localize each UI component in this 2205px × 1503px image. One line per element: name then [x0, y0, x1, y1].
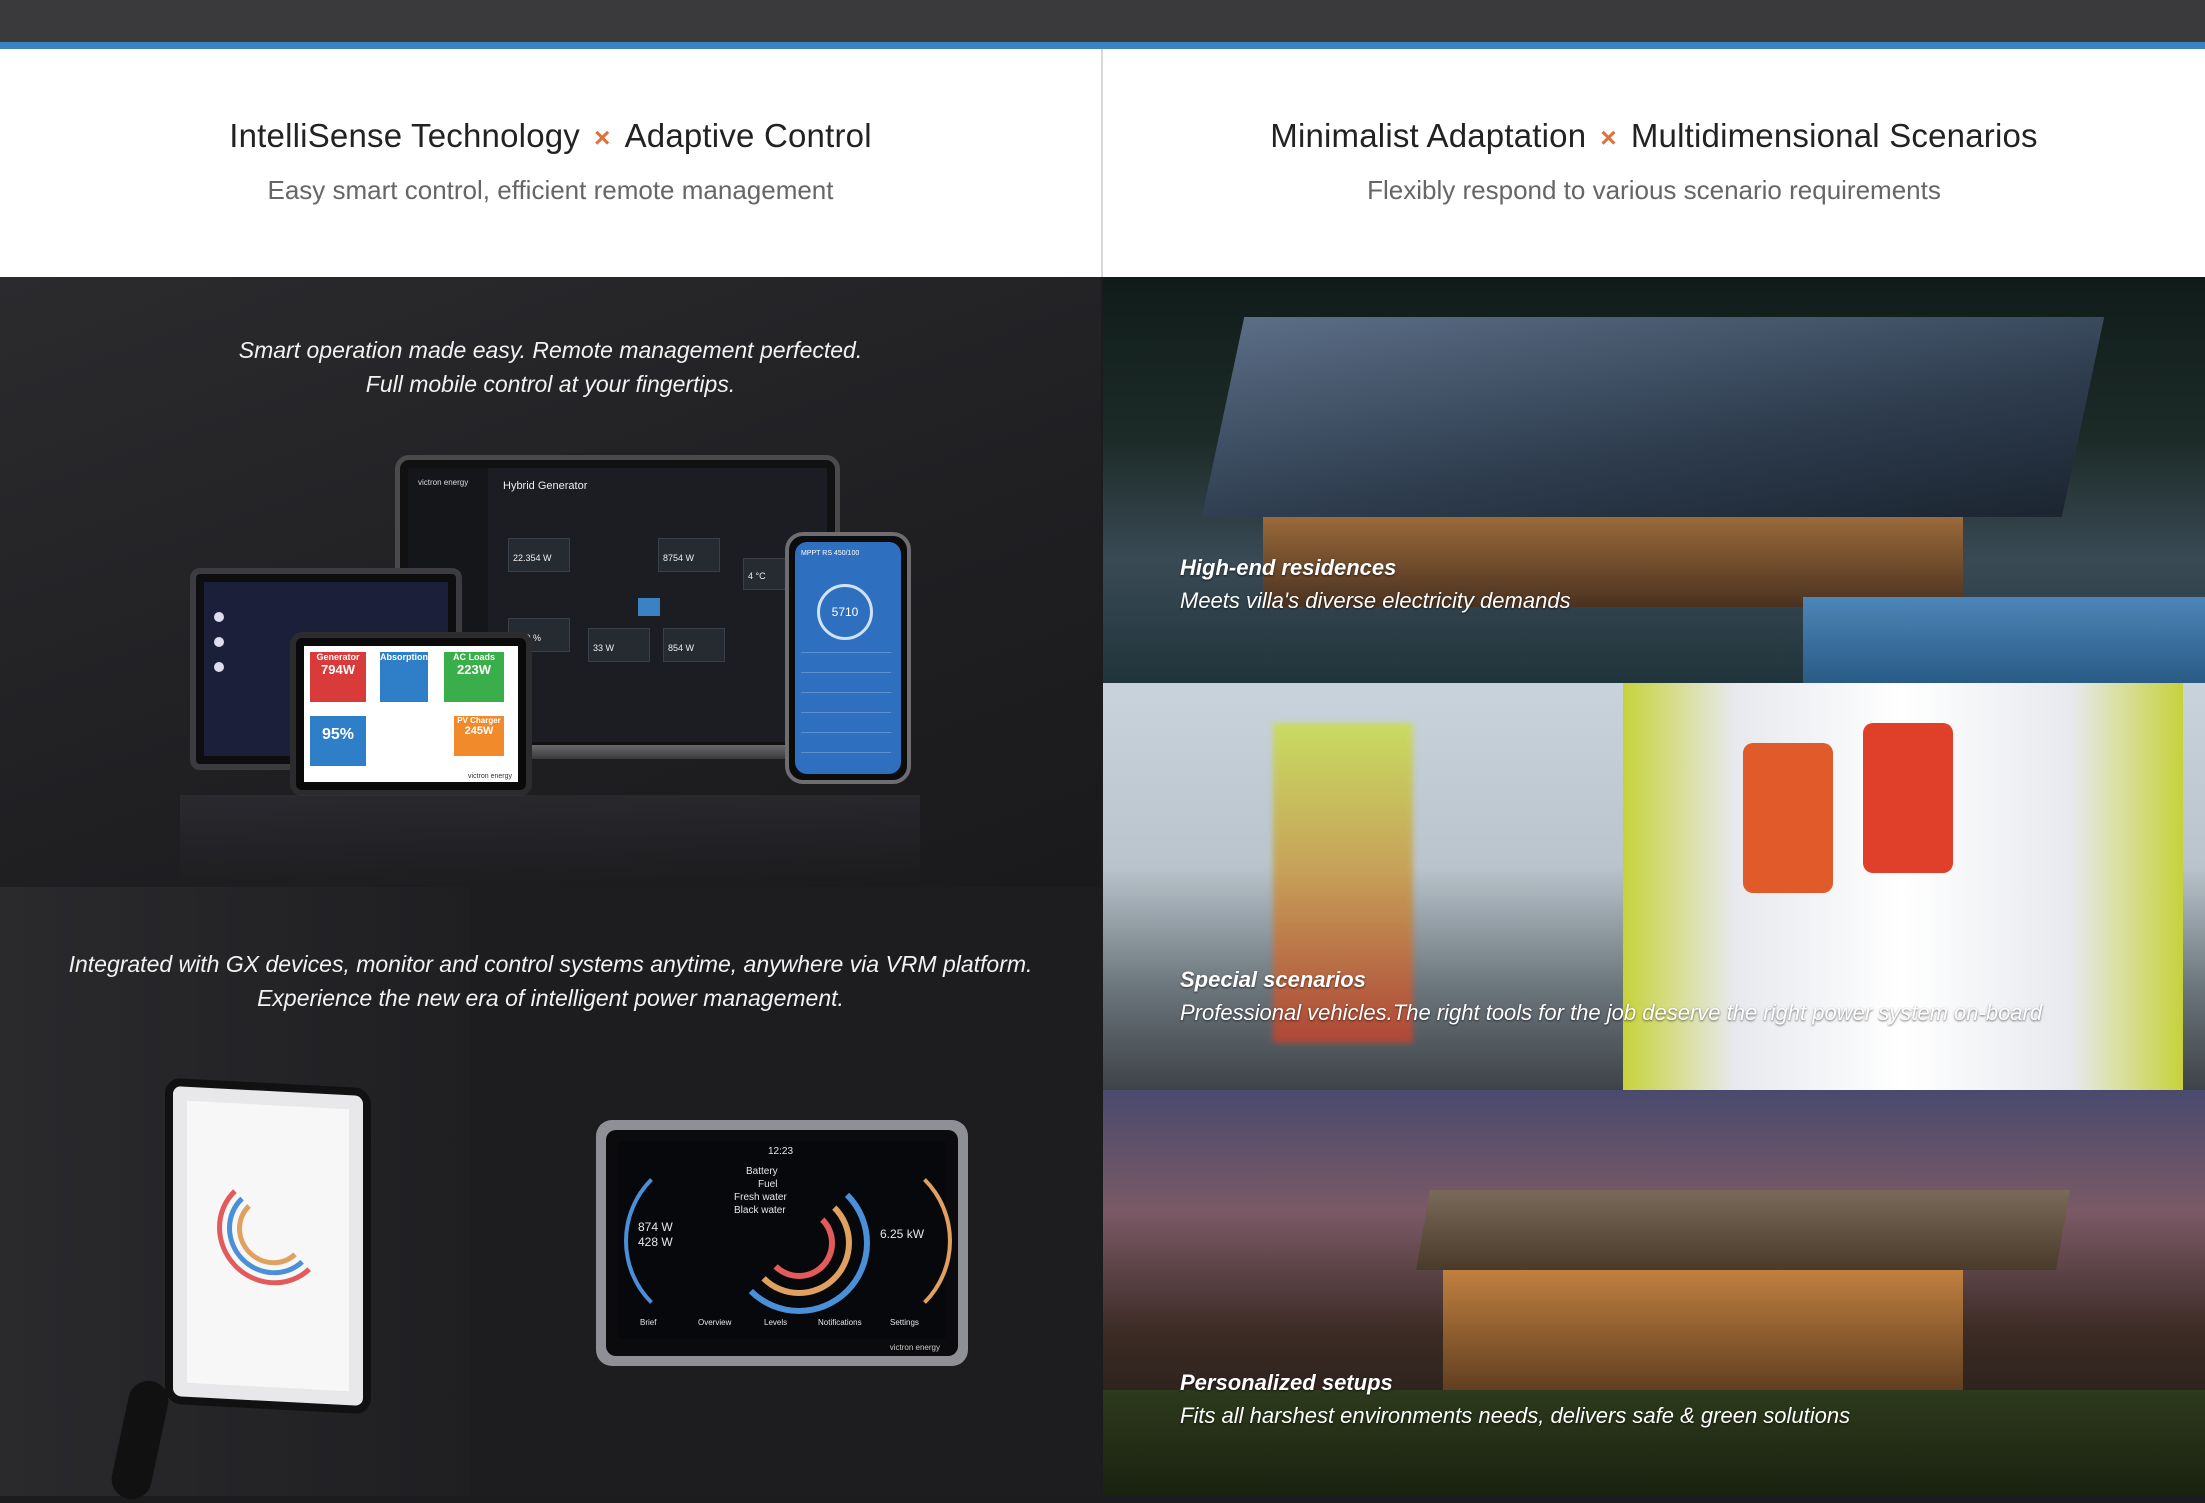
nav-tab[interactable]: Overview — [698, 1318, 731, 1327]
title-part-b: Adaptive Control — [624, 117, 872, 154]
list-divider — [801, 652, 891, 653]
generator-tile: Generator 794W — [310, 652, 366, 702]
phone-device: MPPT RS 450/100 5710 — [785, 532, 911, 784]
caption-line: Full mobile control at your fingertips. — [365, 371, 736, 397]
status-dot-icon — [214, 612, 224, 622]
power-value: 428 W — [638, 1235, 673, 1249]
status-dot-icon — [214, 662, 224, 672]
stat-value: 33 W — [593, 643, 615, 653]
title-separator: × — [594, 122, 611, 153]
top-bar — [0, 0, 2205, 42]
column-divider — [1101, 49, 1103, 277]
power-value: 6.25 kW — [880, 1227, 925, 1241]
stat-value: 8754 W — [663, 553, 695, 563]
pv-charger-tile: PV Charger 245W — [454, 716, 504, 756]
roof-solar-panels — [1201, 317, 2105, 517]
scenario-title: High-end residences — [1180, 555, 1397, 580]
absorption-tile: Absorption — [380, 652, 428, 702]
brand-logo: victron energy — [468, 773, 512, 780]
clock: 12:23 — [768, 1146, 794, 1157]
gx-touch-wall-display — [165, 1077, 371, 1415]
scenario-photo-ambulance: Special scenarios Professional vehicles.… — [1103, 683, 2205, 1090]
caption-line: Smart operation made easy. Remote manage… — [238, 337, 863, 363]
tablet-device: Generator 794W Absorption AC Loads 223W … — [290, 632, 532, 796]
title-part-b: Multidimensional Scenarios — [1630, 117, 2038, 154]
battery-tile: 95% — [310, 716, 366, 766]
pool — [1803, 597, 2205, 683]
scenario-title: Special scenarios — [1180, 967, 1366, 992]
caption-line: Integrated with GX devices, monitor and … — [68, 951, 1033, 977]
ambulance-seat — [1863, 723, 1953, 873]
tile-label: AC Loads — [452, 652, 495, 662]
status-dot-icon — [214, 637, 224, 647]
tile-label: Generator — [316, 652, 360, 662]
tablet-screen: Generator 794W Absorption AC Loads 223W … — [304, 646, 518, 782]
header-left-title: IntelliSense Technology × Adaptive Control — [0, 117, 1101, 155]
list-divider — [801, 692, 891, 693]
scenario-photo-residence: High-end residences Meets villa's divers… — [1103, 277, 2205, 683]
tile-value: 95% — [321, 726, 355, 743]
scenario-description: Meets villa's diverse electricity demand… — [1180, 588, 1571, 613]
device-reflection — [180, 795, 920, 885]
list-divider — [801, 752, 891, 753]
header-right-subtitle: Flexibly respond to various scenario req… — [1367, 175, 1941, 205]
scenario-caption: High-end residences Meets villa's divers… — [1180, 551, 1571, 617]
power-gauge: 5710 — [817, 584, 873, 640]
stat-card: 8754 W — [658, 538, 720, 572]
stat-card: 22.354 W — [508, 538, 570, 572]
tile-value: 245W — [464, 725, 494, 737]
scenario-caption: Personalized setups Fits all harshest en… — [1180, 1366, 1850, 1432]
thatched-roof — [1415, 1190, 2071, 1270]
header-left-subtitle: Easy smart control, efficient remote man… — [267, 175, 834, 205]
caption-mid: Integrated with GX devices, monitor and … — [0, 947, 1101, 1015]
gauge-arc-right — [774, 1152, 952, 1330]
scenario-title: Personalized setups — [1180, 1370, 1393, 1395]
scenario-photo-lodge: Personalized setups Fits all harshest en… — [1103, 1090, 2205, 1496]
header-left: IntelliSense Technology × Adaptive Control… — [0, 49, 1101, 277]
header-right-title: Minimalist Adaptation × Multidimensional S… — [1103, 117, 2205, 155]
title-separator: × — [1600, 122, 1617, 153]
ambulance-seat — [1743, 743, 1833, 893]
scenario-description: Fits all harshest environments needs, de… — [1180, 1403, 1851, 1428]
accent-stripe — [0, 42, 2205, 49]
tile-label: PV Charger — [457, 716, 501, 725]
nav-tab[interactable]: Notifications — [818, 1318, 862, 1327]
stat-value: 854 W — [668, 643, 695, 653]
title-part-a: IntelliSense Technology — [229, 117, 580, 154]
nav-tab[interactable]: Levels — [764, 1318, 787, 1327]
scenario-caption: Special scenarios Professional vehicles.… — [1180, 963, 2042, 1029]
header-right: Minimalist Adaptation × Multidimensional S… — [1103, 49, 2205, 277]
scenario-description: Professional vehicles.The right tools fo… — [1180, 1000, 2043, 1025]
list-divider — [801, 672, 891, 673]
caption-line: Experience the new era of intelligent po… — [257, 985, 844, 1011]
tile-value: 794W — [321, 662, 355, 677]
list-divider — [801, 732, 891, 733]
nav-tab[interactable]: Settings — [890, 1318, 919, 1327]
vrm-dashboard-title: Hybrid Generator — [503, 480, 588, 492]
stat-card: 33 W — [588, 628, 650, 662]
brand-logo: victron energy — [418, 478, 469, 487]
brand-logo: victron energy — [889, 1343, 940, 1352]
inverter-icon — [638, 598, 660, 616]
caption-top: Smart operation made easy. Remote manage… — [0, 333, 1101, 401]
gx-touch-70-display: 12:23 Battery Fuel Fresh water Black wat… — [596, 1120, 968, 1366]
gx-display-screen: 12:23 Battery Fuel Fresh water Black wat… — [618, 1142, 952, 1338]
nav-tab[interactable]: Brief — [640, 1318, 656, 1327]
power-value: 874 W — [638, 1220, 673, 1234]
phone-title: MPPT RS 450/100 — [801, 550, 860, 557]
gx-touch-screen — [187, 1100, 349, 1392]
tile-value: 223W — [457, 662, 491, 677]
title-part-a: Minimalist Adaptation — [1270, 117, 1587, 154]
phone-screen: MPPT RS 450/100 5710 — [795, 542, 901, 774]
tile-label: Absorption — [380, 652, 428, 662]
ac-loads-tile: AC Loads 223W — [444, 652, 504, 702]
stat-card: 854 W — [663, 628, 725, 662]
stat-value: 22.354 W — [513, 553, 552, 563]
list-divider — [801, 712, 891, 713]
